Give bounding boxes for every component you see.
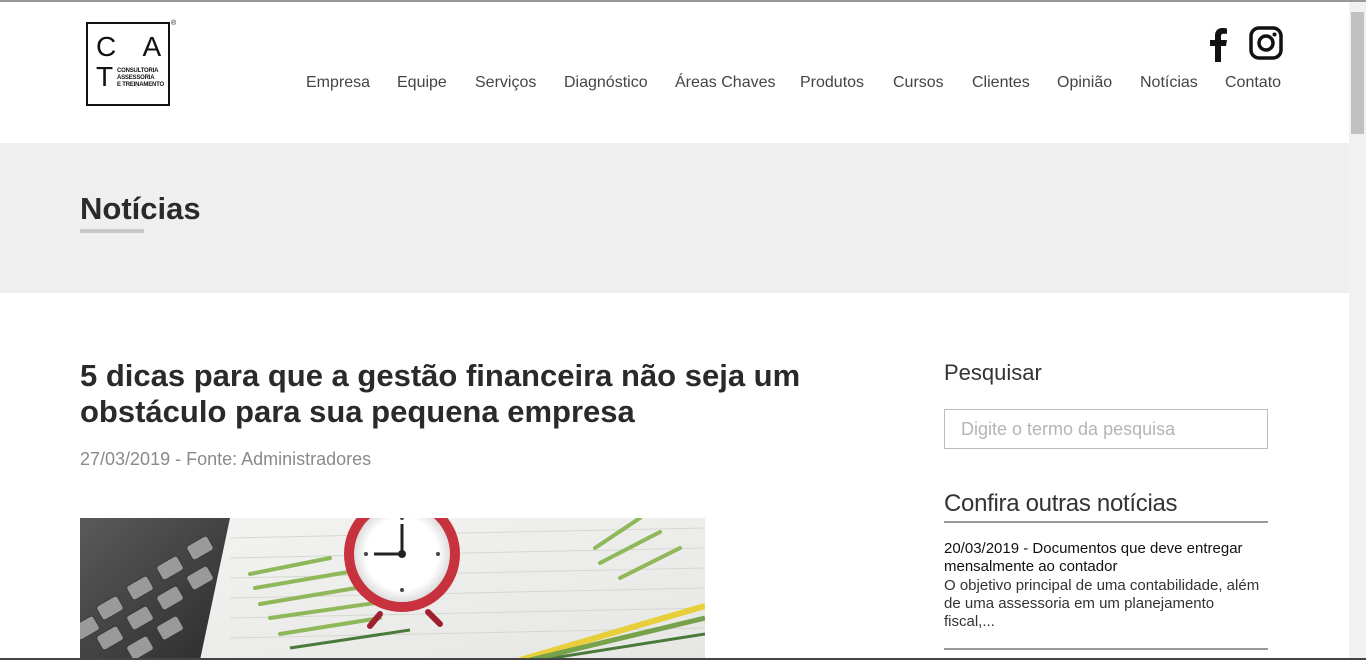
nav-item-clientes[interactable]: Clientes [972, 74, 1030, 92]
nav-item-produtos[interactable]: Produtos [800, 74, 864, 92]
article-title[interactable]: 5 dicas para que a gestão financeira não… [80, 358, 900, 430]
nav-item-cursos[interactable]: Cursos [893, 74, 944, 92]
news-list-item[interactable]: 20/03/2019 - Documentos que deve entrega… [944, 540, 1268, 631]
page-title-band: Notícias [0, 143, 1349, 293]
instagram-icon[interactable] [1249, 26, 1283, 62]
nav-item-equipe[interactable]: Equipe [397, 74, 447, 92]
nav-item-noticias[interactable]: Notícias [1140, 74, 1198, 92]
other-news-divider [944, 521, 1268, 523]
article-meta: 27/03/2019 - Fonte: Administradores [80, 449, 372, 469]
search-heading: Pesquisar [944, 360, 1042, 385]
logo-subtitle-line: ASSESSORIA [117, 75, 155, 81]
scrollbar-thumb[interactable] [1351, 12, 1364, 134]
nav-item-empresa[interactable]: Empresa [306, 74, 370, 92]
nav-item-opiniao[interactable]: Opinião [1057, 74, 1112, 92]
page-title: Notícias [80, 191, 201, 226]
facebook-icon[interactable] [1204, 26, 1232, 62]
logo-subtitle: CONSULTORIA ASSESSORIA E TREINAMENTO [117, 68, 164, 89]
logo-subtitle-line: CONSULTORIA [117, 68, 159, 74]
nav-item-areas-chaves[interactable]: Áreas Chaves [675, 74, 776, 92]
vertical-scrollbar[interactable] [1349, 2, 1366, 658]
news-item-title[interactable]: 20/03/2019 - Documentos que deve entrega… [944, 540, 1268, 576]
title-underline [80, 229, 144, 233]
cat-logo[interactable]: C A T ® CONSULTORIA ASSESSORIA E TREINAM… [86, 20, 182, 106]
news-item-divider [944, 648, 1268, 650]
site-header: C A T ® CONSULTORIA ASSESSORIA E TREINAM… [0, 2, 1349, 143]
search-input[interactable] [944, 409, 1268, 449]
nav-item-servicos[interactable]: Serviços [475, 74, 536, 92]
nav-item-diagnostico[interactable]: Diagnóstico [564, 74, 648, 92]
logo-subtitle-line: E TREINAMENTO [117, 82, 164, 88]
nav-item-contato[interactable]: Contato [1225, 74, 1281, 92]
other-news-heading: Confira outras notícias [944, 490, 1178, 517]
article-image [80, 518, 705, 660]
news-item-excerpt: O objetivo principal de uma contabilidad… [944, 577, 1260, 630]
logo-registered-mark: ® [171, 20, 177, 27]
